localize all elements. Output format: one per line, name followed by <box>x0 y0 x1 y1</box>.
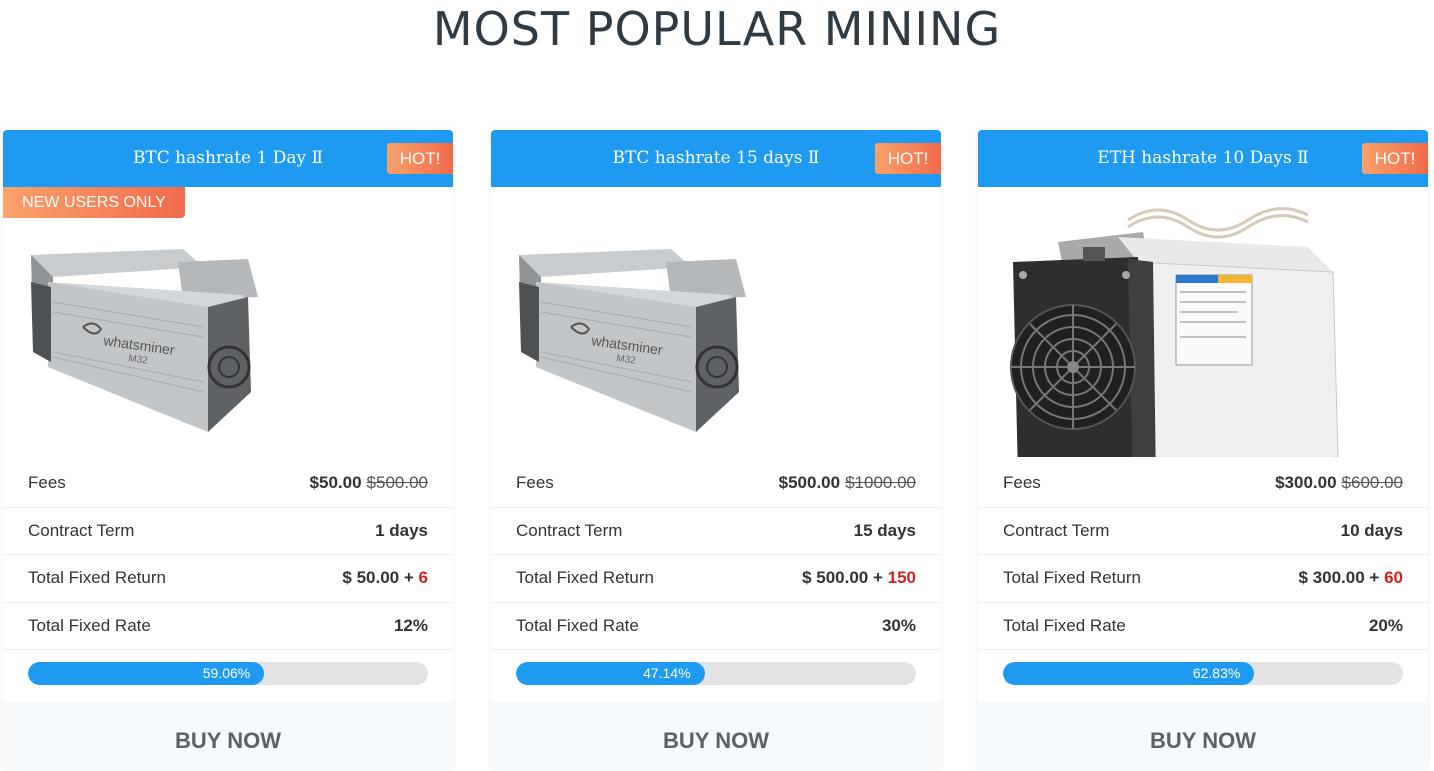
contract-term-label: Contract Term <box>1003 520 1110 540</box>
card-header: BTC hashrate 15 days Ⅱ HOT! <box>491 130 941 187</box>
product-card-btc-1day: BTC hashrate 1 Day Ⅱ HOT! NEW USERS ONLY… <box>3 130 453 771</box>
contract-term-row: Contract Term 10 days <box>978 508 1428 555</box>
contract-term-row: Contract Term 1 days <box>3 508 453 555</box>
miner-image: whatsminer M32 <box>491 187 941 457</box>
details-list: Fees $300.00 $600.00 Contract Term 10 day… <box>978 460 1428 650</box>
return-base: $ 50.00 + <box>342 568 414 588</box>
total-rate-row: Total Fixed Rate 20% <box>978 603 1428 650</box>
total-return-label: Total Fixed Return <box>1003 568 1141 588</box>
total-return-value: $ 500.00 + 150 <box>802 568 916 588</box>
fees-label: Fees <box>1003 473 1041 493</box>
page-title: MOST POPULAR MINING <box>432 2 1002 56</box>
fees-value: $500.00 $1000.00 <box>779 473 916 493</box>
miner-image: whatsminer M32 <box>3 187 453 457</box>
details-list: Fees $50.00 $500.00 Contract Term 1 days … <box>3 460 453 650</box>
contract-term-row: Contract Term 15 days <box>491 508 941 555</box>
total-rate-row: Total Fixed Rate 12% <box>3 603 453 650</box>
fees-row: Fees $300.00 $600.00 <box>978 460 1428 508</box>
card-header: ETH hashrate 10 Days Ⅱ HOT! <box>978 130 1428 187</box>
total-return-label: Total Fixed Return <box>28 568 166 588</box>
antminer-icon <box>1010 207 1339 457</box>
card-title: BTC hashrate 15 days Ⅱ <box>612 148 820 168</box>
return-base: $ 500.00 + <box>802 568 883 588</box>
fees-row: Fees $500.00 $1000.00 <box>491 460 941 508</box>
contract-term-label: Contract Term <box>516 520 623 540</box>
contract-term-value: 15 days <box>853 520 916 540</box>
progress-bar: 59.06% <box>28 662 428 685</box>
total-return-row: Total Fixed Return $ 50.00 + 6 <box>3 555 453 603</box>
whatsminer-m32-icon: whatsminer M32 <box>519 249 746 432</box>
progress-fill: 59.06% <box>28 662 265 685</box>
return-bonus: 6 <box>418 568 428 588</box>
hot-badge: HOT! <box>387 143 453 174</box>
fees-price: $50.00 <box>309 473 362 493</box>
card-title: ETH hashrate 10 Days Ⅱ <box>1097 148 1309 168</box>
hot-badge: HOT! <box>875 143 941 174</box>
contract-term-value: 10 days <box>1340 520 1403 540</box>
contract-term-value: 1 days <box>375 520 428 540</box>
fees-old-price: $500.00 <box>366 473 428 493</box>
fees-value: $50.00 $500.00 <box>310 473 428 493</box>
fees-value: $300.00 $600.00 <box>1275 473 1403 493</box>
fees-price: $300.00 <box>1275 473 1337 493</box>
fees-label: Fees <box>516 473 554 493</box>
buy-now-button[interactable]: BUY NOW <box>491 702 941 771</box>
total-return-label: Total Fixed Return <box>516 568 654 588</box>
new-users-badge: NEW USERS ONLY <box>3 187 185 218</box>
details-list: Fees $500.00 $1000.00 Contract Term 15 da… <box>491 460 941 650</box>
product-card-btc-15days: BTC hashrate 15 days Ⅱ HOT! whatsminer M <box>491 130 941 771</box>
fees-row: Fees $50.00 $500.00 <box>3 460 453 508</box>
card-header: BTC hashrate 1 Day Ⅱ HOT! <box>3 130 453 187</box>
total-rate-row: Total Fixed Rate 30% <box>491 603 941 650</box>
total-return-row: Total Fixed Return $ 300.00 + 60 <box>978 555 1428 603</box>
buy-now-button[interactable]: BUY NOW <box>978 702 1428 771</box>
progress-bar: 47.14% <box>516 662 916 685</box>
return-base: $ 300.00 + <box>1298 568 1380 588</box>
contract-term-label: Contract Term <box>28 520 135 540</box>
miner-image <box>978 187 1428 457</box>
total-rate-label: Total Fixed Rate <box>1003 615 1126 635</box>
progress-fill: 47.14% <box>516 662 705 685</box>
total-rate-value: 30% <box>881 615 916 635</box>
product-card-eth-10days: ETH hashrate 10 Days Ⅱ HOT! Fees $300.00… <box>978 130 1428 771</box>
page: MOST POPULAR MINING BTC hashrate 1 Day Ⅱ… <box>0 0 1434 771</box>
return-bonus: 60 <box>1384 568 1403 588</box>
total-return-value: $ 300.00 + 60 <box>1299 568 1403 588</box>
buy-now-button[interactable]: BUY NOW <box>3 702 453 771</box>
total-return-value: $ 50.00 + 6 <box>342 568 428 588</box>
hot-badge: HOT! <box>1362 143 1428 174</box>
total-return-row: Total Fixed Return $ 500.00 + 150 <box>491 555 941 603</box>
whatsminer-m32-icon: whatsminer M32 <box>31 249 258 432</box>
progress-fill: 62.83% <box>1003 662 1255 685</box>
fees-price: $500.00 <box>778 473 841 493</box>
fees-old-price: $1000.00 <box>845 473 916 493</box>
total-rate-value: 20% <box>1368 615 1403 635</box>
total-rate-label: Total Fixed Rate <box>516 615 639 635</box>
total-rate-value: 12% <box>393 615 428 635</box>
fees-label: Fees <box>28 473 66 493</box>
total-rate-label: Total Fixed Rate <box>28 615 151 635</box>
card-title: BTC hashrate 1 Day Ⅱ <box>132 148 324 168</box>
return-bonus: 150 <box>887 568 916 588</box>
progress-bar: 62.83% <box>1003 662 1403 685</box>
fees-old-price: $600.00 <box>1341 473 1403 493</box>
